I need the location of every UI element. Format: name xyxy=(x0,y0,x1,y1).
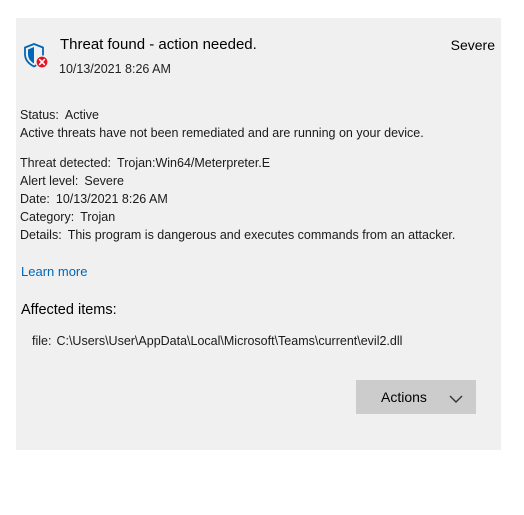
details-value: This program is dangerous and executes c… xyxy=(67,228,456,242)
threat-details-panel: Threat found - action needed. 10/13/2021… xyxy=(16,18,501,450)
threat-date: 10/13/2021 8:26 AM xyxy=(59,62,171,76)
severity-badge: Severe xyxy=(450,37,495,53)
status-line: Status: Active xyxy=(20,108,99,122)
threat-detected-label: Threat detected: xyxy=(20,156,112,170)
date-value: 10/13/2021 8:26 AM xyxy=(55,192,168,206)
category-line: Category: Trojan xyxy=(20,210,115,224)
category-value: Trojan xyxy=(80,210,116,224)
details-label: Details: xyxy=(20,228,62,242)
shield-error-icon xyxy=(22,42,50,70)
category-label: Category: xyxy=(20,210,75,224)
threat-detected-line: Threat detected: Trojan:Win64/Meterpreter… xyxy=(20,156,270,170)
alert-level-line: Alert level: Severe xyxy=(20,174,124,188)
details-line: Details: This program is dangerous and ex… xyxy=(20,228,455,242)
actions-button-label: Actions xyxy=(381,389,427,405)
date-line: Date: 10/13/2021 8:26 AM xyxy=(20,192,168,206)
affected-items-heading: Affected items: xyxy=(21,302,117,318)
threat-detected-value: Trojan:Win64/Meterpreter.E xyxy=(117,156,271,170)
chevron-down-icon xyxy=(449,391,463,403)
date-label: Date: xyxy=(20,192,50,206)
learn-more-link[interactable]: Learn more xyxy=(21,264,87,279)
file-path: C:\Users\User\AppData\Local\Microsoft\Te… xyxy=(56,334,403,348)
affected-file-item: file: C:\Users\User\AppData\Local\Microso… xyxy=(32,334,402,348)
status-value: Active xyxy=(64,108,99,122)
threat-title: Threat found - action needed. xyxy=(60,36,257,53)
alert-level-label: Alert level: xyxy=(20,174,79,188)
actions-button[interactable]: Actions xyxy=(356,380,476,414)
file-label: file: xyxy=(32,334,52,348)
status-label: Status: xyxy=(20,108,59,122)
alert-level-value: Severe xyxy=(84,174,124,188)
status-description: Active threats have not been remediated … xyxy=(20,126,424,140)
